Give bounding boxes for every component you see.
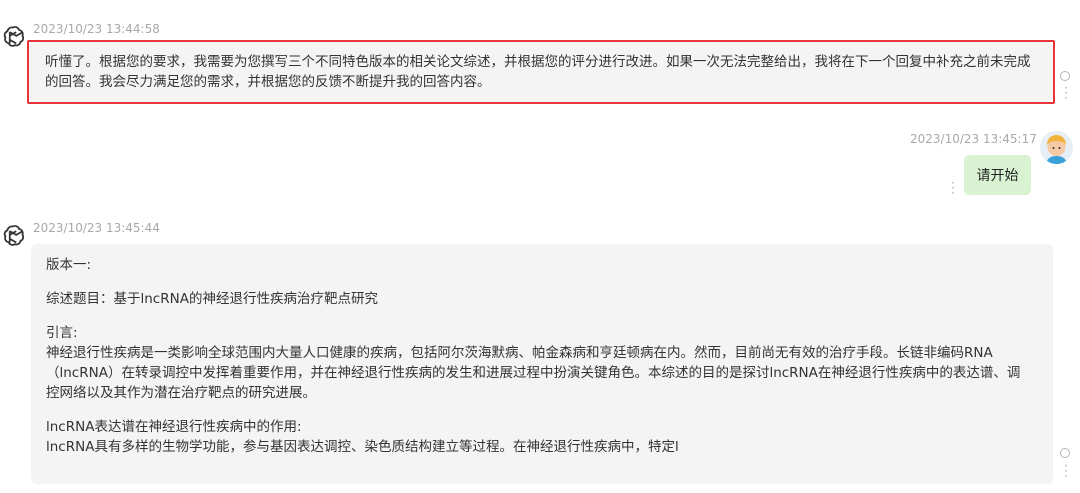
intro-text: 神经退行性疾病是一类影响全球范围内大量人口健康的疾病，包括阿尔茨海默病、帕金森病… [46, 345, 1021, 401]
section-heading: lncRNA表达谱在神经退行性疾病中的作用: [46, 419, 302, 435]
openai-logo-icon [3, 225, 25, 246]
message-timestamp: 2023/10/23 13:44:58 [33, 22, 160, 36]
user-message-bubble: 请开始 [964, 155, 1031, 195]
user-message-text: 请开始 [976, 168, 1019, 184]
user-avatar-icon [1040, 131, 1073, 164]
review-topic: 综述题目：基于lncRNA的神经退行性疾病治疗靶点研究 [46, 291, 378, 307]
section-text: lncRNA具有多样的生物学功能，参与基因表达调控、染色质结构建立等过程。在神经… [46, 439, 679, 455]
more-options-icon[interactable]: · · · [1063, 82, 1069, 104]
message-action-icon[interactable] [1060, 71, 1070, 81]
assistant-message-bubble: 版本一: 综述题目：基于lncRNA的神经退行性疾病治疗靶点研究 引言: 神经退… [31, 244, 1053, 484]
message-action-icon[interactable] [1060, 448, 1070, 458]
version-label: 版本一: [46, 257, 92, 273]
message-timestamp: 2023/10/23 13:45:17 [910, 132, 1037, 146]
intro-heading: 引言: [46, 325, 78, 341]
more-options-icon[interactable]: · · · [1063, 460, 1069, 482]
highlight-box [27, 40, 1055, 104]
message-timestamp: 2023/10/23 13:45:44 [33, 221, 160, 235]
more-options-icon[interactable]: · · · [950, 177, 956, 199]
openai-logo-icon [3, 26, 25, 47]
